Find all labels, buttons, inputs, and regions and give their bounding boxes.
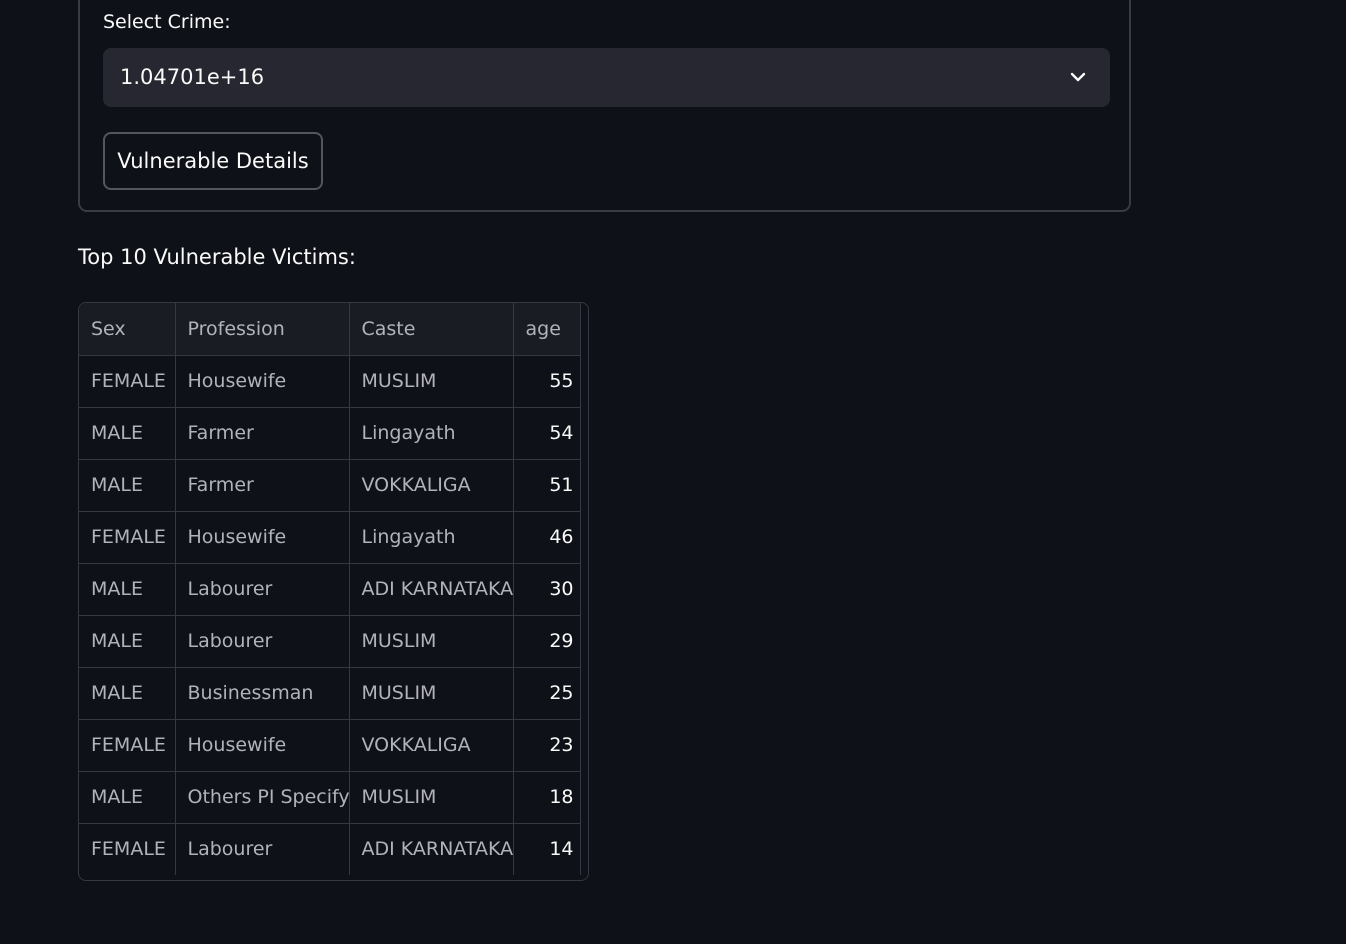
cell-profession[interactable]: Farmer (175, 459, 350, 512)
cell-sex[interactable]: MALE (79, 615, 176, 668)
crime-select[interactable]: 1.04701e+16 (103, 48, 1110, 107)
table-row: FEMALE Housewife Lingayath 46 (79, 511, 581, 564)
table-row: MALE Labourer MUSLIM 29 (79, 615, 581, 668)
cell-profession[interactable]: Housewife (175, 355, 350, 408)
cell-caste[interactable]: MUSLIM (349, 355, 514, 408)
table-header-row: Sex Profession Caste age (79, 303, 581, 356)
crime-select-value: 1.04701e+16 (120, 65, 265, 89)
cell-age[interactable]: 55 (513, 355, 581, 408)
chevron-down-icon (1070, 72, 1086, 82)
table-row: MALE Farmer Lingayath 54 (79, 407, 581, 460)
cell-age[interactable]: 54 (513, 407, 581, 460)
cell-sex[interactable]: FEMALE (79, 719, 176, 772)
cell-age[interactable]: 46 (513, 511, 581, 564)
cell-profession[interactable]: Businessman (175, 667, 350, 720)
cell-sex[interactable]: FEMALE (79, 823, 176, 875)
cell-sex[interactable]: MALE (79, 459, 176, 512)
cell-profession[interactable]: Labourer (175, 563, 350, 616)
cell-caste[interactable]: ADI KARNATAKA (349, 563, 514, 616)
victims-table[interactable]: Sex Profession Caste age FEMALE Housewif… (78, 302, 589, 881)
cell-age[interactable]: 14 (513, 823, 581, 875)
cell-age[interactable]: 25 (513, 667, 581, 720)
cell-sex[interactable]: MALE (79, 563, 176, 616)
cell-sex[interactable]: FEMALE (79, 355, 176, 408)
cell-caste[interactable]: ADI KARNATAKA (349, 823, 514, 875)
table-row: FEMALE Housewife MUSLIM 55 (79, 355, 581, 408)
cell-profession[interactable]: Housewife (175, 511, 350, 564)
cell-caste[interactable]: VOKKALIGA (349, 459, 514, 512)
cell-profession[interactable]: Labourer (175, 615, 350, 668)
table-row: MALE Businessman MUSLIM 25 (79, 667, 581, 720)
cell-sex[interactable]: MALE (79, 667, 176, 720)
cell-age[interactable]: 18 (513, 771, 581, 824)
cell-sex[interactable]: FEMALE (79, 511, 176, 564)
column-header-caste[interactable]: Caste (349, 303, 514, 356)
cell-profession[interactable]: Farmer (175, 407, 350, 460)
cell-caste[interactable]: MUSLIM (349, 615, 514, 668)
cell-age[interactable]: 23 (513, 719, 581, 772)
cell-profession[interactable]: Others PI Specify (175, 771, 350, 824)
cell-sex[interactable]: MALE (79, 407, 176, 460)
cell-caste[interactable]: Lingayath (349, 511, 514, 564)
column-header-sex[interactable]: Sex (79, 303, 176, 356)
cell-age[interactable]: 30 (513, 563, 581, 616)
cell-sex[interactable]: MALE (79, 771, 176, 824)
column-header-age[interactable]: age (513, 303, 581, 356)
cell-profession[interactable]: Housewife (175, 719, 350, 772)
table-row: FEMALE Housewife VOKKALIGA 23 (79, 719, 581, 772)
cell-profession[interactable]: Labourer (175, 823, 350, 875)
column-header-profession[interactable]: Profession (175, 303, 350, 356)
cell-caste[interactable]: VOKKALIGA (349, 719, 514, 772)
cell-caste[interactable]: MUSLIM (349, 667, 514, 720)
cell-age[interactable]: 51 (513, 459, 581, 512)
table-row: MALE Labourer ADI KARNATAKA 30 (79, 563, 581, 616)
table-row: MALE Farmer VOKKALIGA 51 (79, 459, 581, 512)
cell-age[interactable]: 29 (513, 615, 581, 668)
cell-caste[interactable]: Lingayath (349, 407, 514, 460)
vulnerable-details-button[interactable]: Vulnerable Details (103, 132, 323, 190)
results-title: Top 10 Vulnerable Victims: (78, 245, 356, 269)
table-row: MALE Others PI Specify MUSLIM 18 (79, 771, 581, 824)
cell-caste[interactable]: MUSLIM (349, 771, 514, 824)
select-crime-label: Select Crime: (103, 11, 231, 33)
table-row: FEMALE Labourer ADI KARNATAKA 14 (79, 823, 581, 875)
